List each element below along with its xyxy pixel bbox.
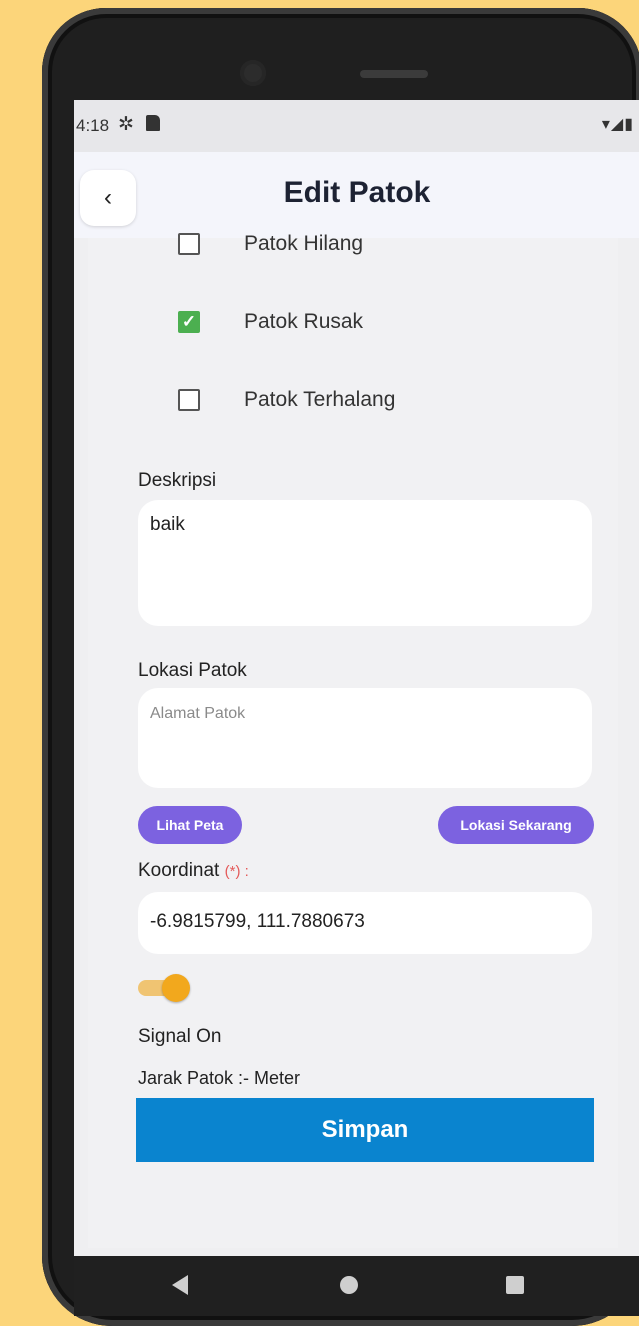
nav-recents-icon[interactable] [506, 1276, 524, 1294]
deskripsi-label: Deskripsi [138, 470, 217, 491]
checkbox-box[interactable] [178, 233, 200, 255]
checkbox-patok-terhalang[interactable]: Patok Terhalang [178, 382, 395, 418]
wifi-icon: ▾ [601, 116, 611, 133]
koordinat-input[interactable]: -6.9815799, 111.7880673 [138, 892, 592, 954]
lokasi-input[interactable]: Alamat Patok [138, 688, 592, 788]
deskripsi-value: baik [150, 514, 185, 535]
checkbox-box-checked[interactable]: ✓ [178, 311, 200, 333]
page-title: Edit Patok [283, 176, 431, 209]
checkbox-box[interactable] [178, 389, 200, 411]
koordinat-label-text: Koordinat [138, 860, 220, 881]
status-time: 4:18 [76, 116, 110, 135]
earpiece [360, 70, 428, 78]
signal-toggle[interactable] [138, 974, 190, 1002]
gear-icon: ✲ [118, 114, 134, 135]
android-nav-bar [74, 1256, 639, 1316]
form-card: Patok Hilang ✓ Patok Rusak Patok Terhala… [88, 232, 618, 1248]
required-marker: (*) : [224, 863, 249, 880]
battery-icon: ▮ [624, 116, 634, 133]
signal-label: Signal On [138, 1026, 222, 1047]
checkbox-label: Patok Terhalang [244, 388, 396, 411]
lokasi-sekarang-button[interactable]: Lokasi Sekarang [438, 806, 594, 844]
checkbox-patok-rusak[interactable]: ✓ Patok Rusak [178, 304, 363, 340]
status-bar: 4:18 ✲ ▾◢▮ [74, 100, 639, 152]
deskripsi-input[interactable]: baik [138, 500, 592, 626]
jarak-patok-text: Jarak Patok :- Meter [138, 1068, 301, 1088]
koordinat-label: Koordinat (*) : [138, 860, 249, 882]
checkbox-patok-hilang[interactable]: Patok Hilang [178, 226, 363, 262]
camera-icon [240, 60, 266, 86]
lokasi-label: Lokasi Patok [138, 660, 247, 681]
koordinat-value: -6.9815799, 111.7880673 [150, 911, 365, 932]
lihat-peta-button[interactable]: Lihat Peta [138, 806, 242, 844]
checkbox-label: Patok Rusak [244, 310, 364, 333]
toggle-thumb [162, 974, 190, 1002]
app-screen: 4:18 ✲ ▾◢▮ ‹ Edit Patok Patok Hilang ✓ P… [74, 100, 639, 1256]
nav-back-icon[interactable] [172, 1275, 188, 1295]
signal-icon: ◢ [610, 116, 625, 133]
checkbox-label: Patok Hilang [244, 232, 364, 255]
lokasi-placeholder: Alamat Patok [150, 705, 246, 722]
sd-card-icon [146, 115, 160, 131]
system-icons: ▾◢▮ [602, 114, 634, 134]
simpan-button[interactable]: Simpan [136, 1098, 594, 1162]
nav-home-icon[interactable] [340, 1276, 358, 1294]
